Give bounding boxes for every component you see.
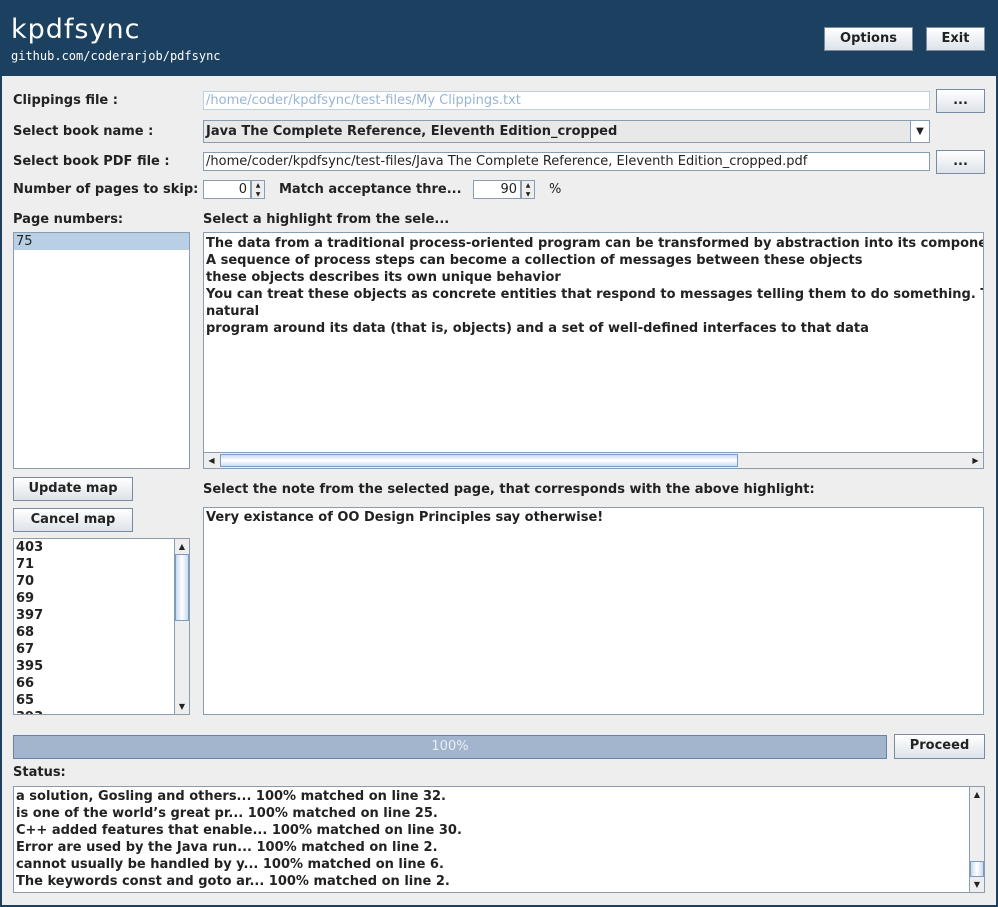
scroll-down-icon[interactable]: ▼ xyxy=(970,877,984,892)
list-item[interactable]: 68 xyxy=(14,624,189,641)
highlight-line: The data from a traditional process-orie… xyxy=(206,236,984,251)
map-list[interactable]: 403 71 70 69 397 68 67 395 66 65 393 ▲ ▼ xyxy=(13,538,190,715)
pdf-file-field[interactable]: /home/coder/kpdfsync/test-files/Java The… xyxy=(203,152,930,171)
app-header: kpdfsync github.com/coderarjob/pdfsync O… xyxy=(0,0,998,76)
scroll-down-icon[interactable]: ▼ xyxy=(175,699,189,714)
threshold-input[interactable]: 90 xyxy=(473,180,521,199)
highlight-line: program around its data (that is, object… xyxy=(206,321,869,336)
page-numbers-label: Page numbers: xyxy=(13,212,124,227)
status-label: Status: xyxy=(13,765,66,780)
note-text: Very existance of OO Design Principles s… xyxy=(206,510,604,525)
list-item[interactable]: 66 xyxy=(14,675,189,692)
horizontal-scrollbar[interactable]: ◀ ▶ xyxy=(204,452,983,468)
status-line: cannot usually be handled by y... 100% m… xyxy=(16,857,444,872)
highlight-label: Select a highlight from the sele... xyxy=(203,212,450,227)
list-item[interactable]: 403 xyxy=(14,539,189,556)
clippings-file-field[interactable]: /home/coder/kpdfsync/test-files/My Clipp… xyxy=(203,91,930,110)
vertical-scrollbar[interactable]: ▲ ▼ xyxy=(174,539,189,714)
scrollbar-thumb[interactable] xyxy=(220,454,738,467)
progress-label: 100% xyxy=(431,739,469,754)
clippings-label: Clippings file : xyxy=(13,93,118,108)
list-item[interactable]: 397 xyxy=(14,607,189,624)
clippings-browse-button[interactable]: ... xyxy=(936,89,985,113)
list-item[interactable]: 71 xyxy=(14,556,189,573)
highlight-textarea[interactable]: The data from a traditional process-orie… xyxy=(203,232,984,469)
skip-label: Number of pages to skip: xyxy=(13,182,199,197)
status-line: The keywords const and goto ar... 100% m… xyxy=(16,874,450,889)
book-name-value: Java The Complete Reference, Eleventh Ed… xyxy=(206,124,618,139)
page-numbers-list[interactable]: 75 xyxy=(13,232,190,469)
percent-unit: % xyxy=(549,182,562,197)
scroll-up-icon[interactable]: ▲ xyxy=(970,787,984,802)
app-title: kpdfsync xyxy=(11,14,141,45)
list-item[interactable]: 393 xyxy=(14,709,189,714)
highlight-line: these objects describes its own unique b… xyxy=(206,270,561,285)
scrollbar-thumb[interactable] xyxy=(970,861,984,877)
app-subtitle: github.com/coderarjob/pdfsync xyxy=(11,49,221,63)
book-name-label: Select book name : xyxy=(13,124,154,139)
note-textarea[interactable]: Very existance of OO Design Principles s… xyxy=(203,507,984,715)
scrollbar-thumb[interactable] xyxy=(175,554,189,621)
list-item[interactable]: 65 xyxy=(14,692,189,709)
exit-button[interactable]: Exit xyxy=(926,27,985,51)
list-item[interactable]: 70 xyxy=(14,573,189,590)
progress-bar: 100% xyxy=(13,735,887,759)
highlight-line: A sequence of process steps can become a… xyxy=(206,253,863,268)
status-log[interactable]: a solution, Gosling and others... 100% m… xyxy=(13,786,985,893)
skip-pages-input[interactable]: 0 xyxy=(203,180,251,199)
highlight-line: natural xyxy=(206,304,260,319)
proceed-button[interactable]: Proceed xyxy=(894,734,985,759)
list-item[interactable]: 67 xyxy=(14,641,189,658)
status-line: Error are used by the Java run... 100% m… xyxy=(16,840,438,855)
status-line: a solution, Gosling and others... 100% m… xyxy=(16,789,446,804)
pdf-label: Select book PDF file : xyxy=(13,154,170,169)
cancel-map-button[interactable]: Cancel map xyxy=(13,508,133,532)
vertical-scrollbar[interactable]: ▲ ▼ xyxy=(969,787,984,892)
update-map-button[interactable]: Update map xyxy=(13,477,133,501)
threshold-spinner-arrows[interactable]: ▲ ▼ xyxy=(521,180,535,199)
highlight-line: You can treat these objects as concrete … xyxy=(206,287,983,302)
list-item[interactable]: 75 xyxy=(14,233,189,250)
options-button[interactable]: Options xyxy=(824,27,913,51)
book-name-select[interactable]: Java The Complete Reference, Eleventh Ed… xyxy=(203,120,930,143)
pdf-browse-button[interactable]: ... xyxy=(936,150,985,174)
status-line: C++ added features that enable... 100% m… xyxy=(16,823,462,838)
list-item[interactable]: 69 xyxy=(14,590,189,607)
chevron-down-icon[interactable]: ▼ xyxy=(910,121,929,142)
status-line: is one of the world’s great pr... 100% m… xyxy=(16,806,438,821)
note-label: Select the note from the selected page, … xyxy=(203,482,815,497)
list-item[interactable]: 395 xyxy=(14,658,189,675)
skip-spinner-arrows[interactable]: ▲ ▼ xyxy=(251,180,265,199)
scroll-up-icon[interactable]: ▲ xyxy=(175,539,189,554)
threshold-label: Match acceptance thre... xyxy=(279,182,462,197)
scroll-left-icon[interactable]: ◀ xyxy=(204,453,219,468)
scroll-right-icon[interactable]: ▶ xyxy=(968,453,983,468)
